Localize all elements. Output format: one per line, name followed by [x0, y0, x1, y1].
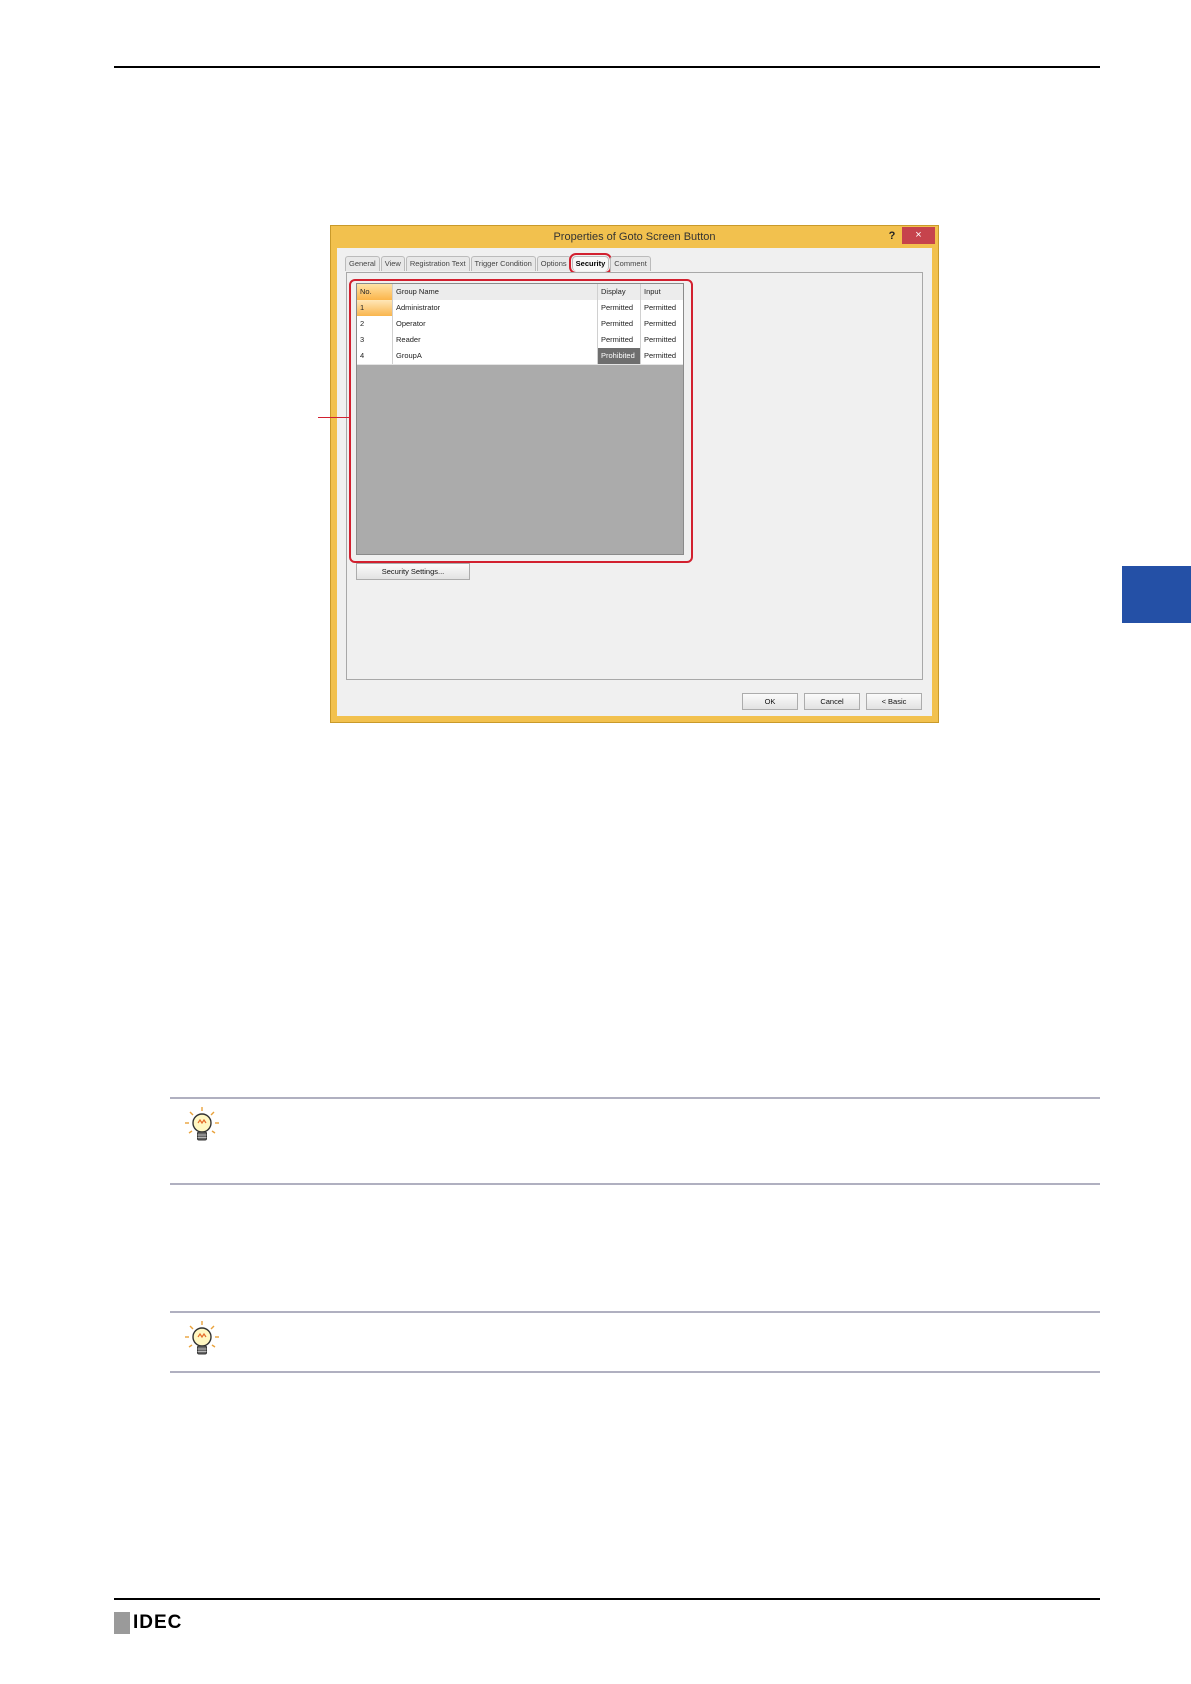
hint-top-rule — [170, 1311, 1100, 1313]
tab-view[interactable]: View — [380, 256, 405, 271]
hint-bottom-rule — [170, 1183, 1100, 1185]
ok-button[interactable]: OK — [742, 693, 798, 710]
tab-security[interactable]: Security — [568, 253, 613, 274]
logo-mark — [114, 1612, 130, 1634]
tab-options[interactable]: Options — [536, 256, 571, 271]
tab-trigger-condition[interactable]: Trigger Condition — [470, 256, 536, 271]
footer-rule — [114, 1598, 1100, 1600]
basic-button[interactable]: < Basic — [866, 693, 922, 710]
grid-highlight-frame — [349, 279, 693, 563]
security-settings-button[interactable]: Security Settings... — [356, 563, 470, 580]
header-rule — [114, 66, 1100, 68]
hint-bottom-rule — [170, 1371, 1100, 1373]
cancel-button[interactable]: Cancel — [804, 693, 860, 710]
callout-line — [318, 417, 350, 418]
tab-general[interactable]: General — [345, 256, 380, 271]
close-button[interactable]: × — [902, 227, 935, 244]
tab-strip: General View Registration Text Trigger C… — [345, 253, 652, 274]
dialog-title: Properties of Goto Screen Button — [553, 231, 716, 243]
tab-registration-text[interactable]: Registration Text — [405, 256, 470, 271]
logo-text: IDEC — [133, 1612, 183, 1633]
lightbulb-icon — [185, 1321, 219, 1355]
help-button[interactable]: ? — [884, 228, 900, 244]
chapter-side-tab — [1122, 566, 1191, 623]
idec-logo: IDEC — [114, 1612, 182, 1634]
lightbulb-icon — [185, 1107, 219, 1141]
tab-comment[interactable]: Comment — [610, 256, 651, 271]
hint-top-rule — [170, 1097, 1100, 1099]
